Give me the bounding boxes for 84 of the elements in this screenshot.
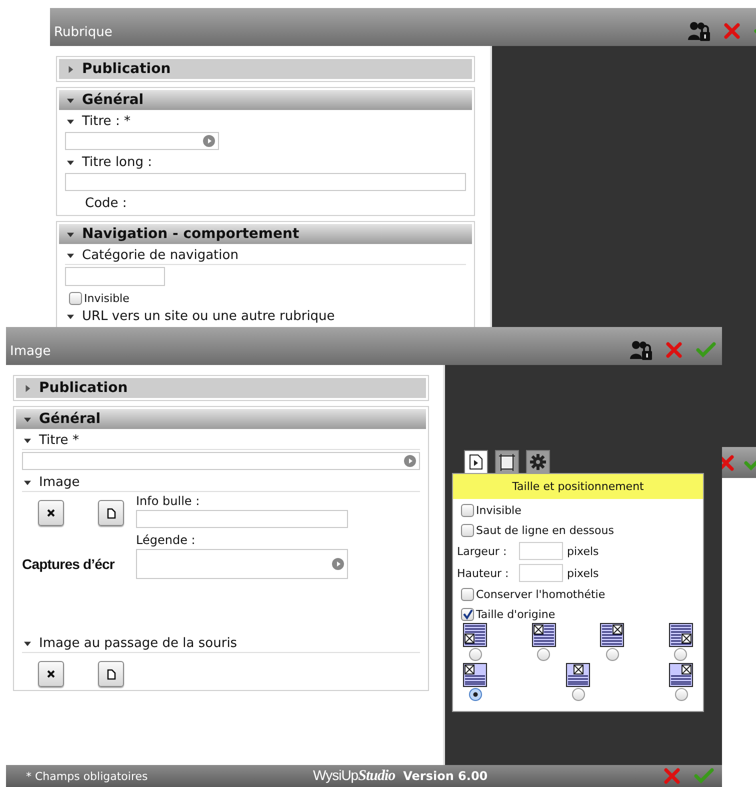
- text-field[interactable]: [22, 452, 420, 470]
- caption-field[interactable]: [136, 549, 348, 579]
- panel-title: Taille et positionnement: [453, 474, 703, 499]
- section-header[interactable]: Général: [16, 409, 426, 429]
- expanded-arrow-icon: [67, 252, 74, 258]
- remove-button[interactable]: [38, 500, 64, 526]
- panel-tab[interactable]: [495, 450, 519, 474]
- radio-button[interactable]: [606, 648, 619, 661]
- expanded-arrow-icon: [67, 158, 74, 166]
- size-field[interactable]: [519, 564, 563, 582]
- check-mark-icon: [462, 608, 473, 620]
- checkbox[interactable]: Taille d'origine: [457, 605, 556, 623]
- radio-button[interactable]: [537, 648, 550, 661]
- alignment-icon: [566, 663, 590, 687]
- remove-icon: [47, 670, 55, 678]
- section-header[interactable]: Publication: [16, 378, 426, 398]
- field-label: Code :: [84, 194, 128, 212]
- expanded-arrow-icon: [24, 478, 31, 486]
- alignment-icon: [669, 663, 693, 687]
- window-title: Image: [10, 342, 52, 358]
- checkbox[interactable]: Invisible: [65, 289, 130, 307]
- checkbox[interactable]: Invisible: [457, 501, 522, 519]
- field-label: Hauteur :: [457, 566, 510, 580]
- collapsed-arrow-icon: [67, 66, 74, 72]
- settings-icon: [529, 453, 547, 471]
- checkbox[interactable]: Conserver l'homothétie: [457, 585, 606, 603]
- expanded-arrow-icon: [67, 118, 74, 124]
- section-header[interactable]: Publication: [59, 59, 472, 79]
- radio-button[interactable]: [468, 648, 482, 661]
- remove-button[interactable]: [38, 661, 64, 687]
- document-icon: [106, 668, 116, 680]
- field-label: URL vers un site ou une autre rubrique: [82, 308, 335, 324]
- expanded-arrow-icon: [67, 230, 74, 238]
- expanded-arrow-icon: [67, 96, 74, 104]
- panel-tab[interactable]: [464, 450, 488, 474]
- frame-icon: [498, 453, 516, 471]
- tooltip-field[interactable]: [136, 510, 348, 528]
- alignment-icon: [463, 663, 487, 687]
- radio-button[interactable]: [674, 648, 688, 661]
- field-label: Titre *: [39, 432, 79, 448]
- version-label: Version 6.00: [403, 769, 489, 783]
- field-label: Légende :: [136, 533, 196, 547]
- field-label: Titre : *: [82, 114, 130, 128]
- radio-button[interactable]: [674, 688, 688, 701]
- check-icon[interactable]: [696, 342, 716, 358]
- expanded-arrow-icon: [24, 436, 31, 444]
- field-label: Catégorie de navigation: [82, 248, 238, 262]
- radio-button[interactable]: [572, 688, 584, 701]
- remove-icon: [47, 509, 55, 517]
- collapsed-arrow-icon: [24, 384, 31, 392]
- text-field[interactable]: [65, 132, 219, 150]
- browse-button[interactable]: [98, 661, 124, 687]
- radio-button[interactable]: [468, 688, 482, 701]
- checkbox[interactable]: Saut de ligne en dessous: [457, 521, 614, 539]
- field-label: Largeur :: [457, 544, 508, 558]
- document-icon: [106, 508, 116, 518]
- brand-name: WysiUpStudio: [313, 767, 396, 785]
- size-field[interactable]: [519, 542, 563, 560]
- field-label: Image au passage de la souris: [39, 636, 238, 650]
- alignment-icon: [668, 623, 693, 647]
- field-label: Titre long :: [82, 154, 152, 170]
- alignment-icon: [463, 623, 487, 647]
- category-field[interactable]: [65, 267, 165, 286]
- unit-label: pixels: [567, 566, 599, 580]
- check-icon[interactable]: [694, 768, 714, 784]
- users-lock-icon[interactable]: [630, 340, 652, 360]
- panel-tab[interactable]: [526, 450, 550, 474]
- alignment-icon: [600, 623, 624, 647]
- expanded-arrow-icon: [24, 416, 31, 422]
- required-note: * Champs obligatoires: [26, 770, 149, 782]
- field-label: Info bulle :: [136, 494, 201, 508]
- section-header[interactable]: Général: [59, 90, 472, 110]
- file-name: Captures d’écr: [22, 556, 116, 572]
- section-header[interactable]: Navigation - comportement: [59, 224, 472, 244]
- alignment-icon: [532, 623, 556, 647]
- expanded-arrow-icon: [24, 640, 31, 646]
- text-field[interactable]: [65, 173, 466, 191]
- expanded-arrow-icon: [67, 312, 74, 320]
- page-icon: [469, 454, 483, 470]
- users-lock-icon[interactable]: [688, 21, 710, 41]
- unit-label: pixels: [567, 544, 599, 558]
- field-label: Image: [39, 474, 80, 490]
- browse-button[interactable]: [98, 500, 124, 526]
- window-title: Rubrique: [54, 24, 114, 40]
